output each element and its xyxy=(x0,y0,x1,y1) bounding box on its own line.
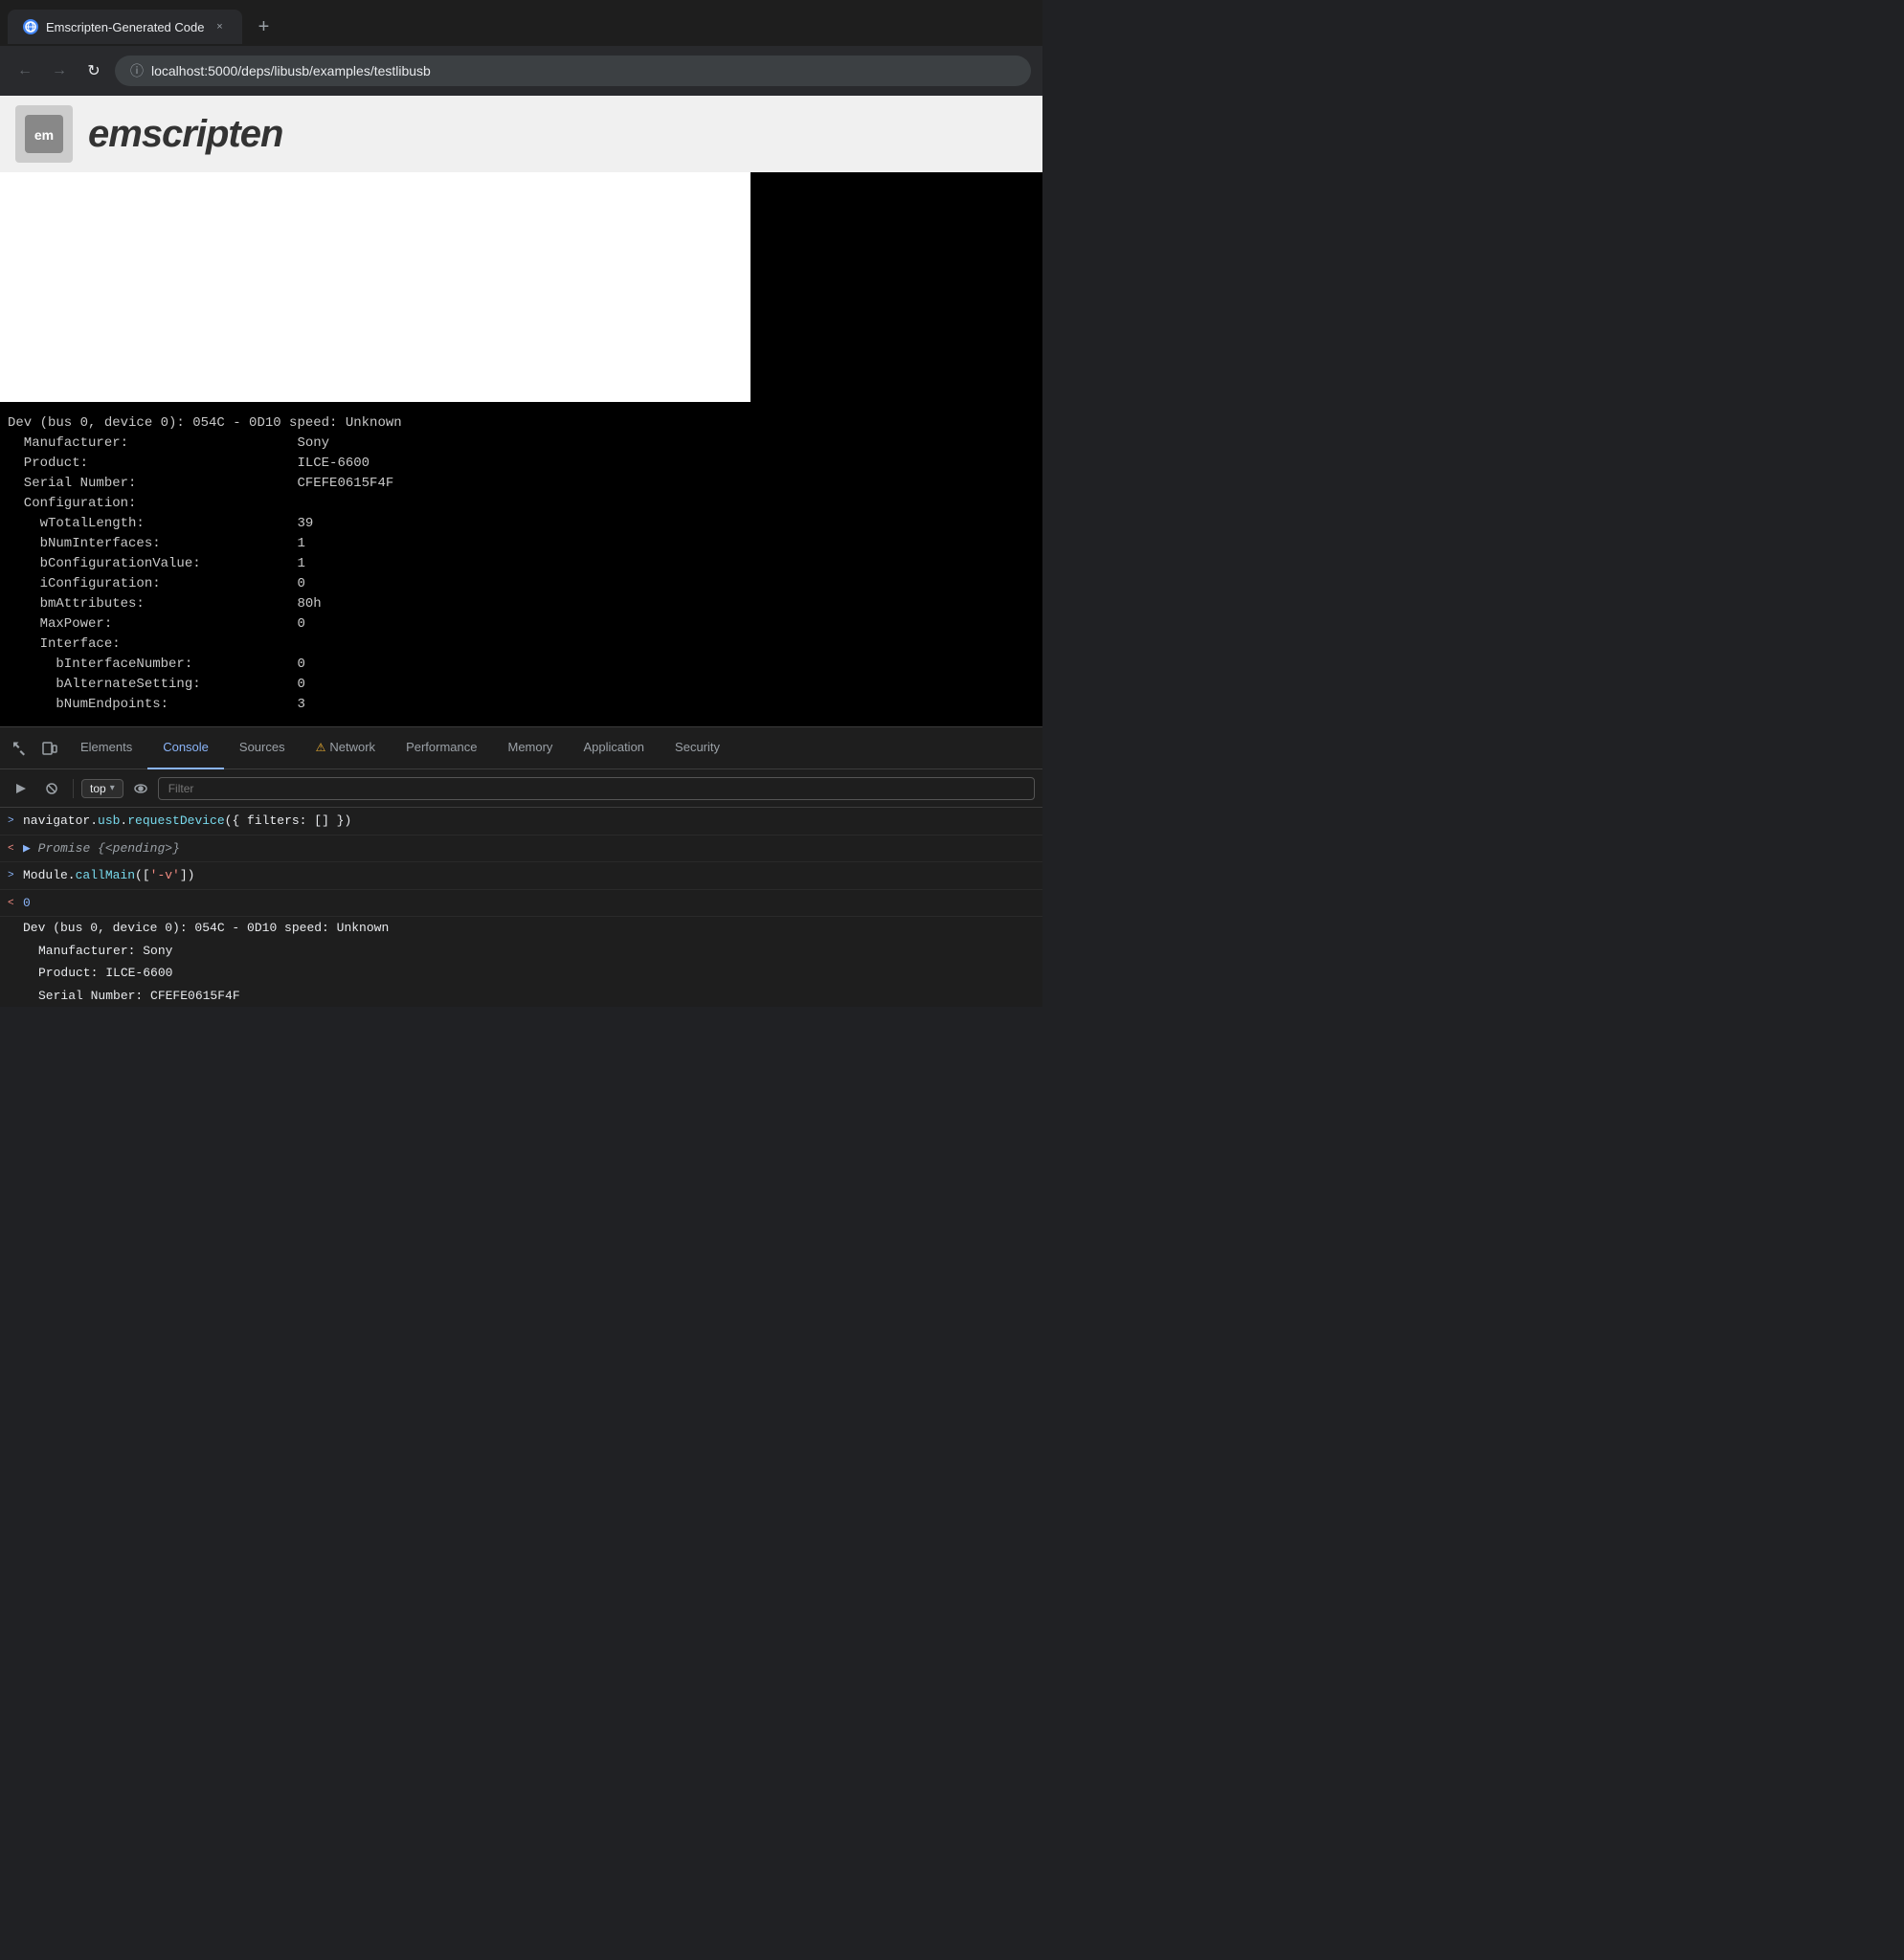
tab-application[interactable]: Application xyxy=(568,727,660,769)
output-line-2: Product: ILCE-6600 xyxy=(0,962,1042,985)
tab-console[interactable]: Console xyxy=(147,727,224,769)
input-arrow-1: > xyxy=(8,812,23,830)
console-entry-2: < ▶ Promise {<pending>} xyxy=(0,835,1042,863)
terminal-line-14: bNumEndpoints: 3 xyxy=(8,695,1035,715)
output-line-0: Dev (bus 0, device 0): 054C - 0D10 speed… xyxy=(0,917,1042,940)
browser-chrome: Emscripten-Generated Code × + ← → ↻ ⓘ lo… xyxy=(0,0,1042,96)
terminal-line-6: bNumInterfaces: 1 xyxy=(8,534,1035,554)
terminal-output: Dev (bus 0, device 0): 054C - 0D10 speed… xyxy=(0,402,1042,726)
terminal-line-3: Serial Number: CFEFE0615F4F xyxy=(8,474,1035,494)
url-bar[interactable]: ⓘ localhost:5000/deps/libusb/examples/te… xyxy=(115,56,1031,86)
console-toolbar: top ▾ xyxy=(0,769,1042,808)
tab-memory[interactable]: Memory xyxy=(492,727,568,769)
network-warning-icon: ⚠ xyxy=(316,741,326,754)
terminal-line-10: MaxPower: 0 xyxy=(8,614,1035,635)
output-line-3: Serial Number: CFEFE0615F4F xyxy=(0,985,1042,1008)
svg-text:em: em xyxy=(34,127,54,143)
secure-icon: ⓘ xyxy=(130,61,144,80)
console-entry-3: > Module.callMain(['-v']) xyxy=(0,862,1042,890)
tab-security[interactable]: Security xyxy=(660,727,735,769)
canvas-black xyxy=(750,172,1042,402)
terminal-line-11: Interface: xyxy=(8,635,1035,655)
console-content-1: navigator.usb.requestDevice({ filters: [… xyxy=(23,812,1035,831)
browser-tab[interactable]: Emscripten-Generated Code × xyxy=(8,10,242,44)
terminal-line-12: bInterfaceNumber: 0 xyxy=(8,655,1035,675)
input-arrow-3: > xyxy=(8,866,23,884)
devtools-toolbar: Elements Console Sources ⚠ Network Perfo… xyxy=(0,727,1042,769)
tab-close-button[interactable]: × xyxy=(212,19,227,34)
tab-elements[interactable]: Elements xyxy=(65,727,147,769)
console-entry-4: < 0 xyxy=(0,890,1042,918)
console-content-4: 0 xyxy=(23,894,1035,913)
eye-button[interactable] xyxy=(127,775,154,802)
context-label: top xyxy=(90,782,106,795)
console-filter-input[interactable] xyxy=(158,777,1035,800)
address-bar: ← → ↻ ⓘ localhost:5000/deps/libusb/examp… xyxy=(0,46,1042,96)
inspect-element-button[interactable] xyxy=(4,733,34,764)
console-messages: > navigator.usb.requestDevice({ filters:… xyxy=(0,808,1042,1007)
tab-sources[interactable]: Sources xyxy=(224,727,301,769)
forward-button[interactable]: → xyxy=(46,57,73,84)
terminal-line-13: bAlternateSetting: 0 xyxy=(8,675,1035,695)
device-toolbar-button[interactable] xyxy=(34,733,65,764)
terminal-line-5: wTotalLength: 39 xyxy=(8,514,1035,534)
page-content: em emscripten Dev (bus 0, device 0): 054… xyxy=(0,96,1042,726)
back-button[interactable]: ← xyxy=(11,57,38,84)
terminal-line-9: bmAttributes: 80h xyxy=(8,594,1035,614)
clear-console-button[interactable] xyxy=(38,775,65,802)
console-content-3: Module.callMain(['-v']) xyxy=(23,866,1035,885)
canvas-area xyxy=(0,172,1042,402)
emscripten-header: em emscripten xyxy=(0,96,1042,172)
tab-title: Emscripten-Generated Code xyxy=(46,20,204,34)
tab-performance[interactable]: Performance xyxy=(391,727,492,769)
canvas-white xyxy=(0,172,750,402)
output-line-1: Manufacturer: Sony xyxy=(0,940,1042,963)
terminal-line-7: bConfigurationValue: 1 xyxy=(8,554,1035,574)
toolbar-separator-1 xyxy=(73,779,74,798)
terminal-line-0: Dev (bus 0, device 0): 054C - 0D10 speed… xyxy=(8,413,1035,434)
devtools-tabs: Elements Console Sources ⚠ Network Perfo… xyxy=(65,727,1039,769)
tab-network[interactable]: ⚠ Network xyxy=(301,727,391,769)
terminal-line-1: Manufacturer: Sony xyxy=(8,434,1035,454)
terminal-line-4: Configuration: xyxy=(8,494,1035,514)
run-script-button[interactable] xyxy=(8,775,34,802)
terminal-line-2: Product: ILCE-6600 xyxy=(8,454,1035,474)
emscripten-logo: em xyxy=(15,105,73,163)
tab-favicon xyxy=(23,19,38,34)
console-entry-1: > navigator.usb.requestDevice({ filters:… xyxy=(0,808,1042,835)
console-content-2: ▶ Promise {<pending>} xyxy=(23,839,1035,858)
output-arrow-4: < xyxy=(8,894,23,912)
new-tab-button[interactable]: + xyxy=(246,10,280,44)
terminal-line-8: iConfiguration: 0 xyxy=(8,574,1035,594)
emscripten-title: emscripten xyxy=(88,113,282,156)
devtools-panel: Elements Console Sources ⚠ Network Perfo… xyxy=(0,726,1042,1007)
tab-bar: Emscripten-Generated Code × + xyxy=(0,0,1042,46)
reload-button[interactable]: ↻ xyxy=(80,57,107,84)
output-arrow-2: < xyxy=(8,839,23,858)
context-selector[interactable]: top ▾ xyxy=(81,779,123,798)
context-dropdown-icon: ▾ xyxy=(110,783,115,793)
url-text: localhost:5000/deps/libusb/examples/test… xyxy=(151,63,431,78)
